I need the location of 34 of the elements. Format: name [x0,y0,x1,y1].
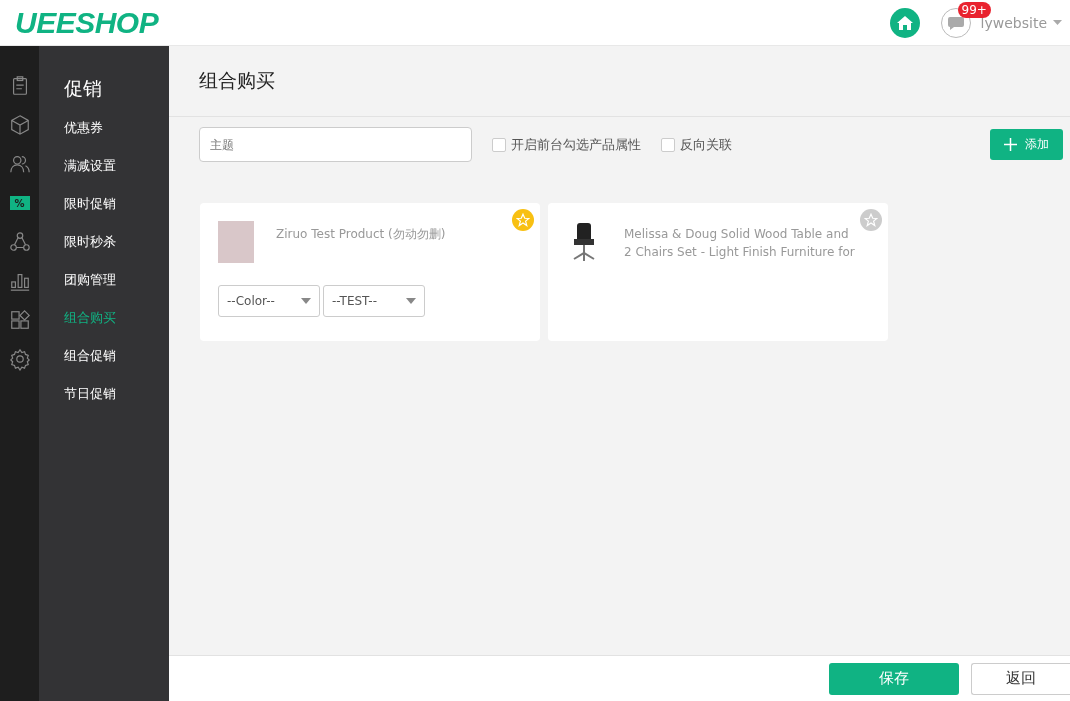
checkbox[interactable] [661,137,675,152]
logo: UEESHOP [15,5,159,40]
sidebar-item[interactable]: 限时促销 [64,196,169,234]
percent-tag-icon[interactable]: % [9,196,30,210]
sidebar-item[interactable]: 组合购买 [64,310,169,348]
option-dropdown[interactable]: --TEST-- [323,285,425,317]
sidebar-item[interactable]: 团购管理 [64,272,169,310]
nav-icon[interactable] [8,113,31,137]
page-title: 组合购买 [199,69,275,91]
notification-badge: 99+ [957,1,991,18]
back-button[interactable]: 返回 [971,662,1070,695]
caret-icon[interactable] [1053,20,1062,25]
subject-field[interactable]: 主题 [199,127,472,162]
caret-icon [301,298,311,304]
product-name: Melissa & Doug Solid Wood Table and 2 Chairs Set - Light Finish Furniture for [624,226,856,261]
option-dropdown[interactable]: --Color-- [218,285,320,317]
nav-icon[interactable] [8,308,31,332]
nav-icon[interactable] [8,230,31,254]
sidebar-item[interactable]: 优惠券 [64,120,169,158]
sidebar-item[interactable]: 节日促销 [64,386,169,424]
checkbox-label: 开启前台勾选产品属性 [511,135,641,154]
caret-icon [406,298,416,304]
nav-icon[interactable] [8,347,31,371]
sidebar-item[interactable]: 满减设置 [64,158,169,196]
checkbox[interactable] [492,137,506,152]
sidebar-item[interactable]: 组合促销 [64,348,169,386]
checkbox-label: 反向关联 [680,135,732,154]
plus-icon [1004,138,1017,151]
photo-placeholder [218,221,254,263]
chat-bubble-icon [947,15,964,30]
sidebar-title: 促销 [64,76,103,101]
home-icon[interactable] [889,7,920,38]
sidebar-item[interactable]: 限时秒杀 [64,234,169,272]
product-name: Ziruo Test Product (勿动勿删) [276,226,447,243]
